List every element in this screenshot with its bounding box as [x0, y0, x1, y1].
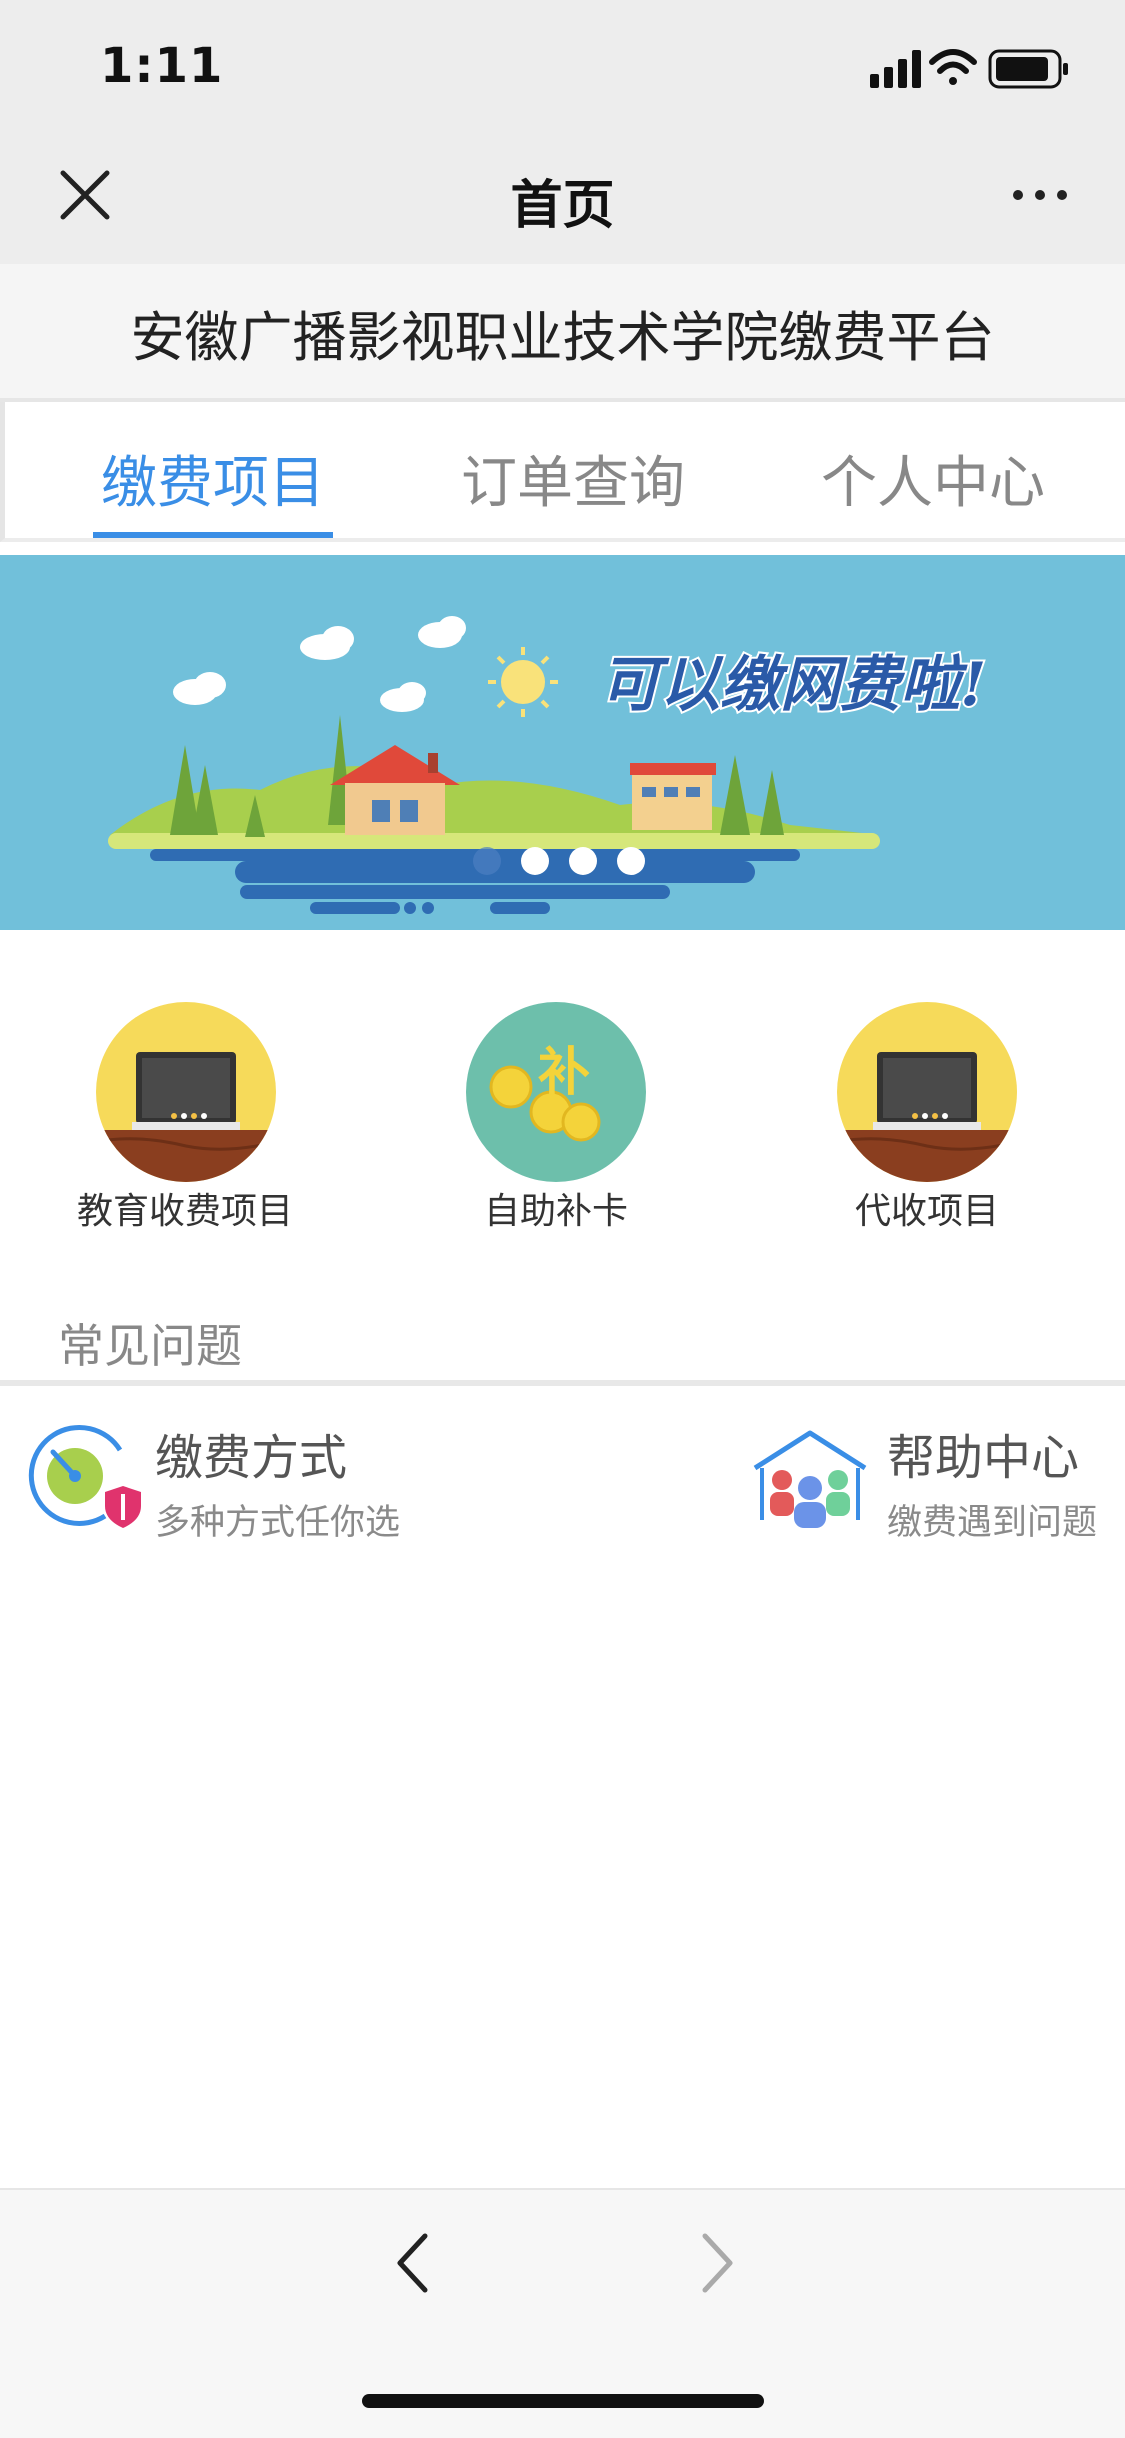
coins-glyph: 补: [538, 1043, 590, 1103]
coins-icon[interactable]: 补: [466, 1002, 646, 1182]
cellular-signal-icon: [870, 50, 921, 88]
forward-arrow-icon[interactable]: [685, 2228, 745, 2298]
divider: [0, 1380, 1125, 1386]
site-title: 安徽广播影视职业技术学院缴费平台: [130, 306, 995, 369]
payment-shield-icon[interactable]: [25, 1420, 145, 1530]
faq-item-title-payment-methods[interactable]: 缴费方式: [155, 1418, 347, 1488]
faq-section-title: 常见问题: [58, 1319, 242, 1373]
faq-item-title-help-center[interactable]: 帮助中心: [887, 1418, 1079, 1488]
banner-slogan: 可以缴网费啦!: [600, 650, 986, 720]
banner-carousel[interactable]: 可以缴网费啦!: [0, 555, 1125, 930]
status-time: 1:11: [100, 38, 224, 94]
status-icons: [870, 49, 1068, 89]
tab-active-indicator: [93, 532, 333, 538]
tab-personal-center[interactable]: 个人中心: [753, 438, 1113, 519]
blackboard-icon[interactable]: [96, 1002, 276, 1182]
sun-icon: [488, 647, 558, 717]
cloud-icon: [173, 616, 466, 712]
faq-item-subtitle: 缴费遇到问题: [887, 1503, 1098, 1543]
back-arrow-icon[interactable]: [385, 2228, 445, 2298]
service-label-collection-items[interactable]: 代收项目: [807, 1182, 1047, 1242]
page-title: 首页: [510, 176, 615, 236]
banner-illustration: 可以缴网费啦!: [108, 616, 988, 914]
tab-order-query[interactable]: 订单查询: [393, 438, 753, 519]
more-icon[interactable]: [1010, 183, 1070, 207]
battery-icon: [988, 49, 1068, 89]
blackboard-icon[interactable]: [837, 1002, 1017, 1182]
help-house-icon[interactable]: [750, 1428, 870, 1528]
service-label-education-fees[interactable]: 教育收费项目: [65, 1182, 305, 1242]
service-label-self-card-replacement[interactable]: 自助补卡: [436, 1182, 676, 1242]
home-indicator[interactable]: [362, 2394, 764, 2408]
faq-item-subtitle: 多种方式任你选: [155, 1503, 401, 1543]
tab-payment-items[interactable]: 缴费项目: [33, 438, 393, 519]
wifi-icon: [929, 49, 977, 85]
